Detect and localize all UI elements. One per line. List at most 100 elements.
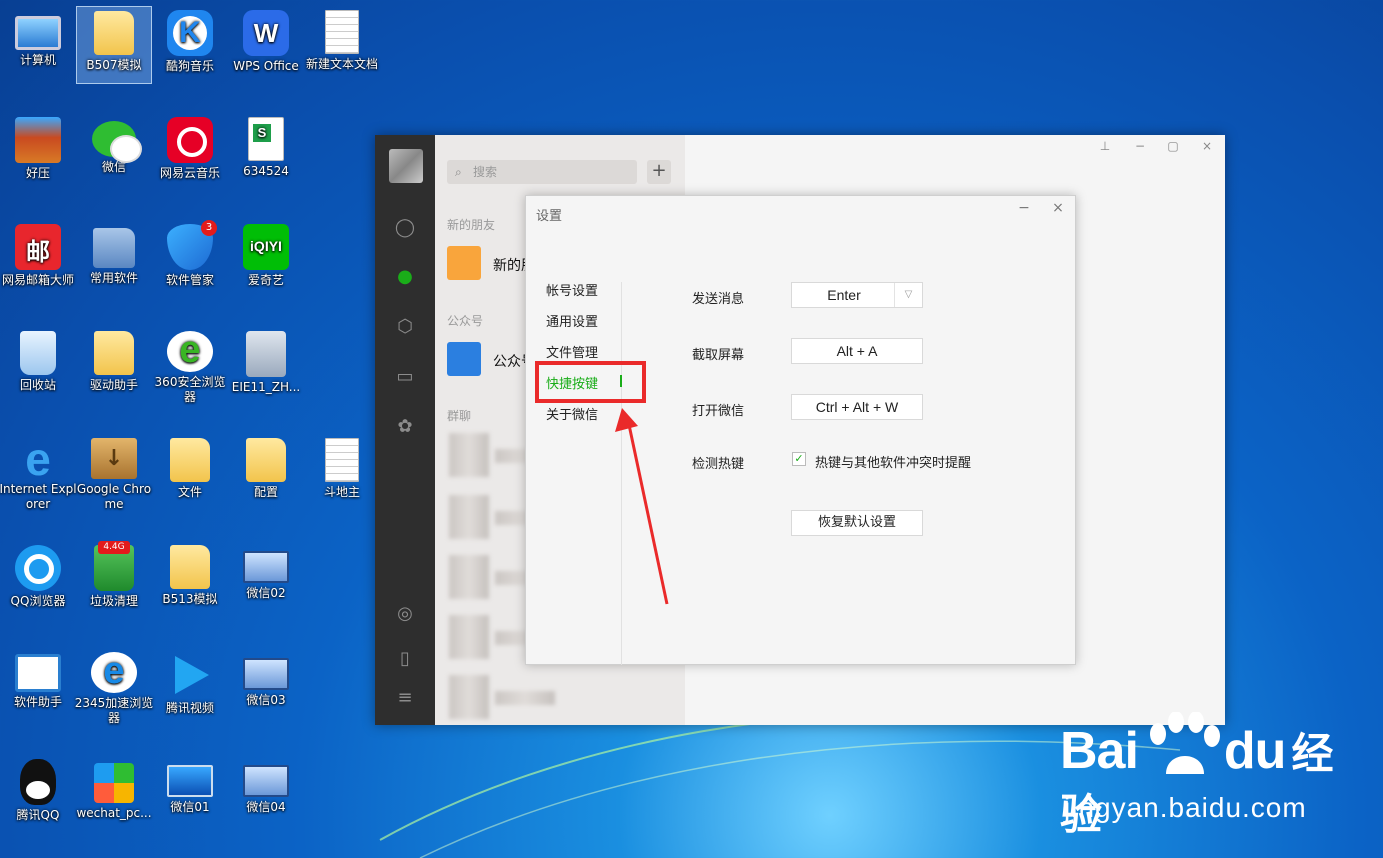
folder-icon (170, 438, 210, 482)
desktop-icon-b507[interactable]: B507模拟 (76, 6, 152, 84)
desktop-icon-wechat02[interactable]: 微信02 (228, 541, 304, 619)
wechat-pc-icon (94, 763, 134, 803)
desktop-icon-tencent-video[interactable]: 腾讯视频 (152, 648, 228, 726)
desktop-icon-qq[interactable]: 腾讯QQ (0, 755, 76, 833)
settings-minimize-button[interactable]: − (1014, 200, 1034, 216)
qq-penguin-icon (20, 759, 56, 805)
desktop-icon-qq-browser[interactable]: QQ浏览器 (0, 541, 76, 619)
pin-icon[interactable]: ⊥ (1095, 139, 1115, 153)
nav-general-settings[interactable]: 通用设置 (546, 311, 598, 330)
nav-account-settings[interactable]: 帐号设置 (546, 280, 598, 299)
desktop-icon-wechat04[interactable]: 微信04 (228, 755, 304, 833)
desktop-icon-common-software[interactable]: 常用软件 (76, 220, 152, 298)
desktop-icon-config[interactable]: 配置 (228, 434, 304, 512)
desktop-icon-soft-helper[interactable]: 软件助手 (0, 648, 76, 726)
official-account-icon (447, 342, 481, 376)
desktop-icon-driver-helper[interactable]: 驱动助手 (76, 327, 152, 405)
desktop-icon-wechat-pc[interactable]: wechat_pc... (76, 755, 152, 833)
software-helper-icon (15, 654, 61, 692)
desktop-icon-new-text[interactable]: 新建文本文档 (304, 6, 380, 84)
phone-icon[interactable]: ▯ (394, 648, 416, 670)
paw-icon (1150, 712, 1220, 774)
mini-program-icon[interactable]: ◎ (394, 603, 416, 625)
settings-close-button[interactable]: × (1048, 200, 1068, 216)
wps-icon (243, 10, 289, 56)
contacts-icon[interactable]: ● (394, 266, 416, 288)
hotkey-conflict-checkbox[interactable]: ✓ (792, 452, 806, 466)
desktop-icon-cleaner[interactable]: 4.4G 垃圾清理 (76, 541, 152, 619)
desktop-icon-computer[interactable]: 计算机 (0, 6, 76, 84)
desktop-icon-netease-music[interactable]: 网易云音乐 (152, 113, 228, 191)
text-document-icon (325, 438, 359, 482)
desktop-icon-wechat[interactable]: 微信 (76, 113, 152, 191)
trash-cleaner-icon: 4.4G (94, 541, 134, 591)
folder-icon (246, 438, 286, 482)
open-wechat-label: 打开微信 (692, 404, 745, 419)
minimize-icon[interactable]: − (1130, 139, 1150, 153)
internet-explorer-icon (15, 432, 61, 486)
notification-badge: 3 (201, 220, 217, 236)
restore-defaults-button[interactable]: 恢复默认设置 (791, 510, 923, 536)
desktop-icon-kugou[interactable]: 酷狗音乐 (152, 6, 228, 84)
screenshot-key-input[interactable]: Alt + A (791, 338, 923, 364)
moments-icon[interactable]: ✿ (394, 416, 416, 438)
avatar[interactable] (389, 149, 423, 183)
favorites-cube-icon[interactable]: ⬡ (394, 316, 416, 338)
browser-360-icon (167, 329, 213, 372)
computer-icon (15, 16, 61, 50)
nav-about-wechat[interactable]: 关于微信 (546, 404, 598, 423)
group-avatar (449, 615, 489, 659)
settings-dialog: 设置 − × 帐号设置 通用设置 文件管理 快捷按键 关于微信 发送消息 Ent… (525, 195, 1076, 665)
close-icon[interactable]: × (1197, 139, 1217, 153)
group-name (495, 691, 555, 705)
desktop-icon-wps[interactable]: WPS Office (228, 6, 304, 84)
folder-icon[interactable]: ▭ (394, 366, 416, 388)
netease-music-icon (167, 117, 213, 163)
screenshot-thumbnail-icon (243, 765, 289, 797)
desktop-icon-b513[interactable]: B513模拟 (152, 541, 228, 619)
section-official-accounts: 公众号 (447, 314, 484, 328)
chat-icon[interactable]: ◯ (394, 217, 416, 239)
hotkey-detect-label: 检测热键 (692, 457, 745, 472)
send-message-label: 发送消息 (692, 292, 745, 307)
chevron-down-icon[interactable]: ▽ (894, 283, 922, 307)
group-avatar (449, 433, 489, 477)
desktop-icon-wechat01[interactable]: 微信01 (152, 755, 228, 833)
desktop-icon-ie[interactable]: Internet Explorer (0, 432, 77, 512)
open-wechat-key-input[interactable]: Ctrl + Alt + W (791, 394, 923, 420)
search-input[interactable]: ⌕ 搜索 (447, 160, 637, 184)
desktop-icon-2345[interactable]: 2345加速浏览器 (75, 648, 154, 726)
maximize-icon[interactable]: ▢ (1163, 139, 1183, 153)
hotkey-conflict-label[interactable]: 热键与其他软件冲突时提醒 (815, 452, 971, 471)
section-groups: 群聊 (447, 409, 472, 423)
desktop-icon-eie11[interactable]: EIE11_ZH... (228, 327, 304, 405)
menu-icon[interactable]: ≡ (394, 687, 416, 709)
screenshot-label: 截取屏幕 (692, 348, 745, 363)
desktop-icon-mail-master[interactable]: 网易邮箱大师 (0, 220, 76, 298)
desktop-icon-doudizhu[interactable]: 斗地主 (304, 434, 380, 512)
tencent-video-icon (167, 652, 213, 698)
wechat-sidebar: ◯ ● ⬡ ▭ ✿ ◎ ▯ ≡ (375, 135, 435, 725)
send-message-select[interactable]: Enter ▽ (791, 282, 923, 308)
desktop-icon-files[interactable]: 文件 (152, 434, 228, 512)
software-manager-icon: 3 (167, 220, 217, 270)
desktop-icon-haozip[interactable]: 好压 (0, 113, 76, 191)
section-new-friends: 新的朋友 (447, 218, 496, 232)
desktop-icon-iqiyi[interactable]: 爱奇艺 (228, 220, 304, 298)
screenshot-thumbnail-icon (243, 658, 289, 690)
cleaner-badge: 4.4G (98, 541, 130, 554)
folder-icon (93, 228, 135, 268)
nav-file-management[interactable]: 文件管理 (546, 342, 598, 361)
folder-icon (94, 11, 134, 55)
add-button[interactable]: + (647, 160, 671, 184)
desktop-icon-soft-manager[interactable]: 3 软件管家 (152, 220, 228, 298)
kugou-icon (167, 10, 213, 56)
desktop-icon-chrome[interactable]: Google Chrome (76, 434, 152, 512)
screenshot-thumbnail-icon (167, 765, 213, 797)
desktop-icon-recycle-bin[interactable]: 回收站 (0, 327, 76, 405)
text-document-icon (325, 10, 359, 54)
installer-box-icon (91, 438, 137, 479)
desktop-icon-wechat03[interactable]: 微信03 (228, 648, 304, 726)
desktop-icon-634524[interactable]: 634524 (228, 113, 304, 191)
desktop-icon-360-browser[interactable]: 360安全浏览器 (152, 327, 228, 405)
